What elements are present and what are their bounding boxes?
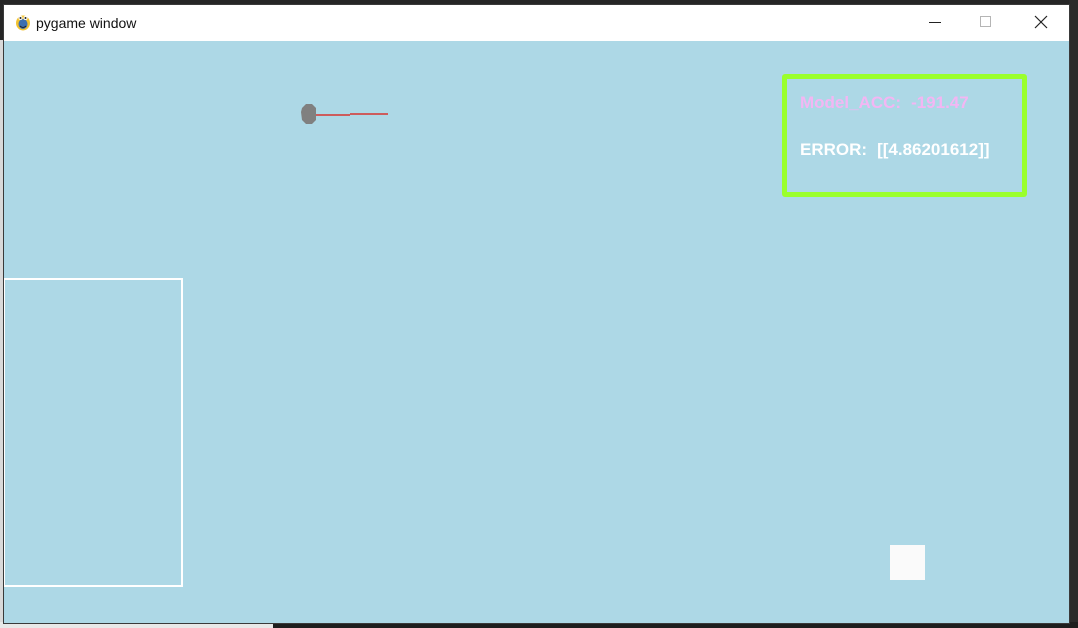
stats-panel: Model_ACC: -191.47 ERROR: [[4.86201612]]	[782, 74, 1027, 197]
maximize-button[interactable]	[962, 5, 1008, 39]
error-label: ERROR:	[800, 140, 868, 159]
close-button[interactable]	[1018, 5, 1064, 39]
desktop-background: pygame window Model_ACC: -191.47 ERROR: …	[0, 0, 1078, 628]
error-value: [[4.86201612]]	[877, 140, 990, 159]
accuracy-label: Model_ACC:	[800, 93, 902, 112]
accuracy-readout: Model_ACC: -191.47	[800, 93, 969, 113]
minimize-button[interactable]	[908, 5, 954, 39]
minimize-icon	[929, 22, 941, 23]
pygame-snake-icon	[13, 12, 33, 32]
title-bar[interactable]: pygame window	[4, 5, 1069, 40]
game-canvas[interactable]: Model_ACC: -191.47 ERROR: [[4.86201612]]	[4, 41, 1069, 623]
goal-zone-outline	[4, 278, 183, 587]
agent	[301, 104, 388, 124]
maximize-icon	[980, 16, 991, 27]
error-readout: ERROR: [[4.86201612]]	[800, 140, 990, 160]
close-icon	[1034, 15, 1048, 29]
pygame-window[interactable]: pygame window Model_ACC: -191.47 ERROR: …	[4, 5, 1069, 623]
background-window-edge-right	[1069, 0, 1078, 628]
agent-body	[301, 104, 316, 124]
accuracy-value: -191.47	[911, 93, 969, 112]
window-title: pygame window	[36, 15, 137, 31]
target-square	[890, 545, 925, 580]
